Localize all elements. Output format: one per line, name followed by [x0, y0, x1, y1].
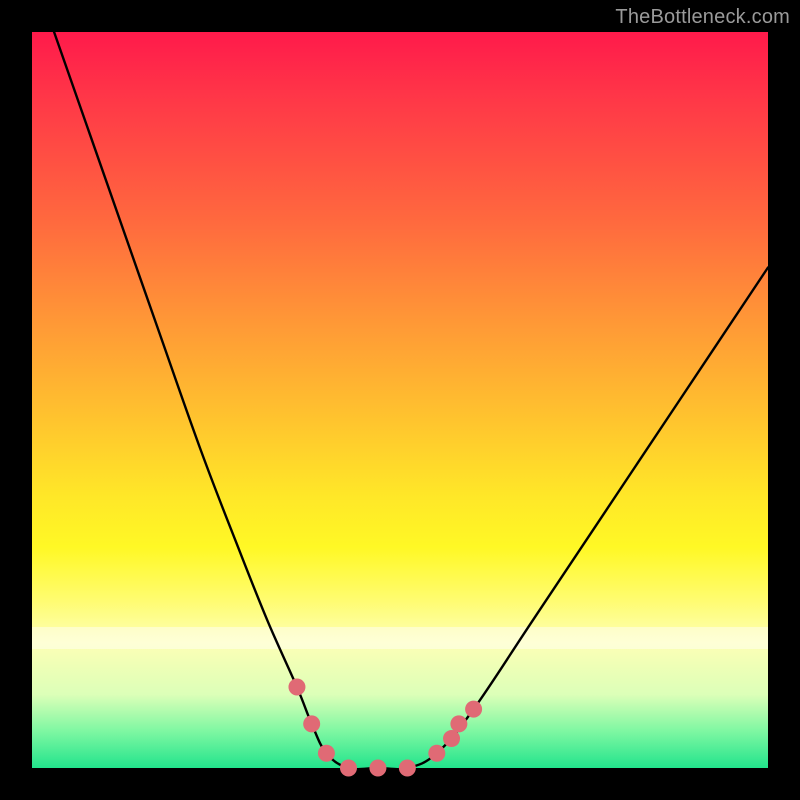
optimal-range-markers	[288, 679, 482, 777]
marker-dot	[399, 760, 416, 777]
marker-dot	[428, 745, 445, 762]
plot-area	[32, 32, 768, 768]
curve-layer	[32, 32, 768, 768]
marker-dot	[288, 679, 305, 696]
marker-dot	[450, 715, 467, 732]
marker-dot	[443, 730, 460, 747]
bottleneck-curve	[54, 32, 768, 769]
marker-dot	[465, 701, 482, 718]
marker-dot	[318, 745, 335, 762]
marker-dot	[303, 715, 320, 732]
chart-frame: TheBottleneck.com	[0, 0, 800, 800]
marker-dot	[340, 760, 357, 777]
marker-dot	[369, 760, 386, 777]
watermark: TheBottleneck.com	[615, 6, 790, 29]
